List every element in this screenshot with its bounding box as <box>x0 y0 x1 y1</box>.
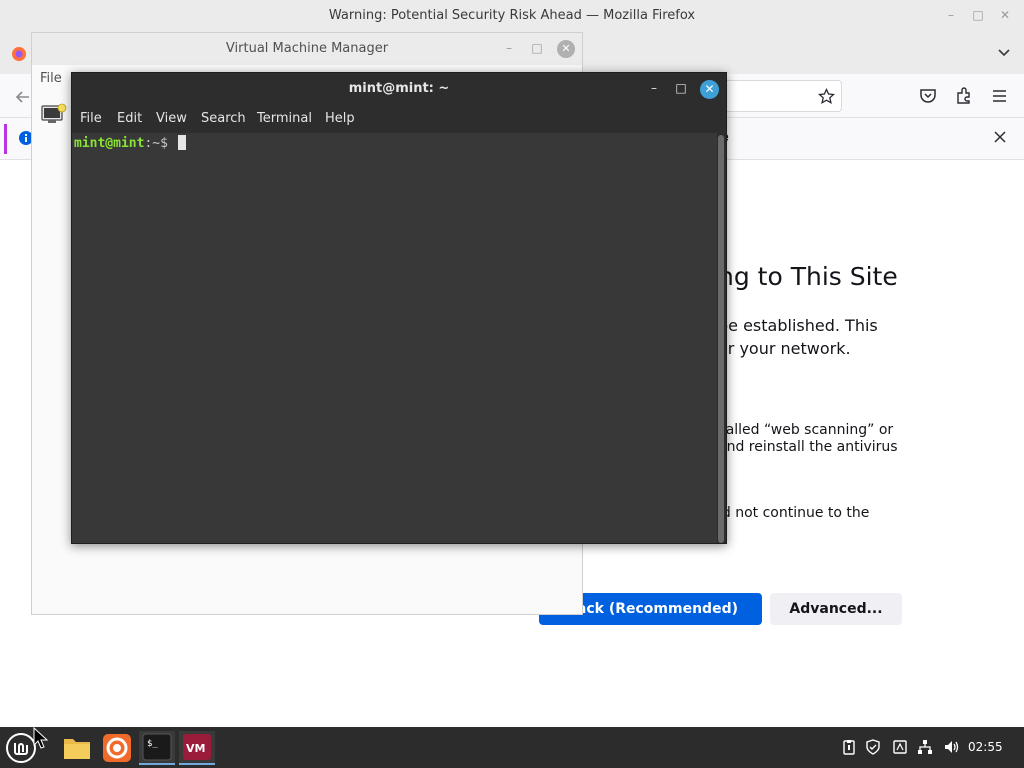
maximize-icon[interactable]: □ <box>674 81 688 95</box>
pocket-icon[interactable] <box>919 87 937 105</box>
svg-text:$_: $_ <box>147 739 158 749</box>
close-icon[interactable]: ✕ <box>700 80 719 99</box>
terminal-menubar: File Edit View Search Terminal Help <box>72 105 726 133</box>
clock[interactable]: 02:55 <box>968 740 1003 754</box>
shield-icon[interactable] <box>865 739 881 755</box>
close-icon[interactable]: ✕ <box>557 40 575 58</box>
menu-search[interactable]: Search <box>201 111 246 126</box>
vmm-titlebar: Virtual Machine Manager – □ ✕ <box>32 33 582 65</box>
body-text-line: ld not continue to the <box>718 505 870 521</box>
terminal-output[interactable] <box>72 133 717 543</box>
network-icon[interactable] <box>917 739 933 755</box>
bookmark-star-icon[interactable] <box>818 88 835 105</box>
body-text-line: called “web scanning” or <box>718 422 894 438</box>
menu-view[interactable]: View <box>156 111 187 126</box>
maximize-icon[interactable]: □ <box>971 8 985 22</box>
taskbar: $_ VM 02:55 <box>0 727 1024 768</box>
maximize-icon[interactable]: □ <box>530 41 544 55</box>
hamburger-menu-icon[interactable] <box>991 88 1008 104</box>
menu-terminal[interactable]: Terminal <box>257 111 312 126</box>
firefox-titlebar: Warning: Potential Security Risk Ahead —… <box>0 0 1024 32</box>
minimize-icon[interactable]: – <box>502 41 516 55</box>
volume-icon[interactable] <box>943 739 959 755</box>
mouse-pointer-icon <box>33 727 49 749</box>
close-icon[interactable]: ✕ <box>998 8 1012 22</box>
firefox-launcher[interactable] <box>99 731 135 765</box>
vmm-window-title: Virtual Machine Manager <box>225 41 389 56</box>
minimize-icon[interactable]: – <box>647 81 661 95</box>
files-launcher[interactable] <box>59 731 95 765</box>
menu-file[interactable]: File <box>80 111 102 126</box>
body-text-line: and reinstall the antivirus <box>718 439 898 455</box>
virt-manager-icon: VM <box>183 734 211 760</box>
terminal-launcher[interactable]: $_ <box>139 731 175 765</box>
chevron-down-icon[interactable] <box>995 44 1013 62</box>
virt-manager-launcher[interactable]: VM <box>179 731 215 765</box>
firefox-window-title: Warning: Potential Security Risk Ahead —… <box>328 8 696 23</box>
new-vm-icon[interactable] <box>41 103 67 125</box>
advanced-button[interactable]: Advanced... <box>770 593 902 625</box>
shell-prompt: mint@mint:~$ <box>74 135 186 151</box>
terminal-window-title: mint@mint: ~ <box>348 81 450 96</box>
minimize-icon[interactable]: – <box>944 8 958 22</box>
text-cursor <box>177 135 186 150</box>
menu-edit[interactable]: Edit <box>117 111 142 126</box>
page-heading: ng to This Site <box>718 262 898 291</box>
menu-file[interactable]: File <box>40 71 62 86</box>
body-text-line: be established. This <box>718 316 878 335</box>
firefox-icon <box>103 734 131 762</box>
extensions-icon[interactable] <box>955 87 973 105</box>
back-arrow-icon[interactable] <box>14 88 32 106</box>
menu-help[interactable]: Help <box>325 111 355 126</box>
prompt-path: :~ <box>144 136 161 151</box>
terminal-icon: $_ <box>142 733 172 761</box>
terminal-window[interactable]: mint@mint: ~ – □ ✕ File Edit View Search… <box>71 72 727 544</box>
svg-text:VM: VM <box>186 742 205 755</box>
clipboard-icon[interactable] <box>841 739 857 755</box>
prompt-user: mint@mint <box>74 136 145 151</box>
scrollbar[interactable] <box>718 135 724 543</box>
firefox-tab-icon[interactable] <box>11 46 27 62</box>
prompt-symbol: $ <box>160 136 176 151</box>
body-text-line: or your network. <box>718 339 851 358</box>
terminal-titlebar[interactable]: mint@mint: ~ – □ ✕ <box>72 73 726 105</box>
folder-icon <box>64 739 90 759</box>
close-notification-icon[interactable] <box>993 130 1007 144</box>
keyboard-layout-icon[interactable] <box>892 739 908 755</box>
notification-accent <box>4 124 7 154</box>
